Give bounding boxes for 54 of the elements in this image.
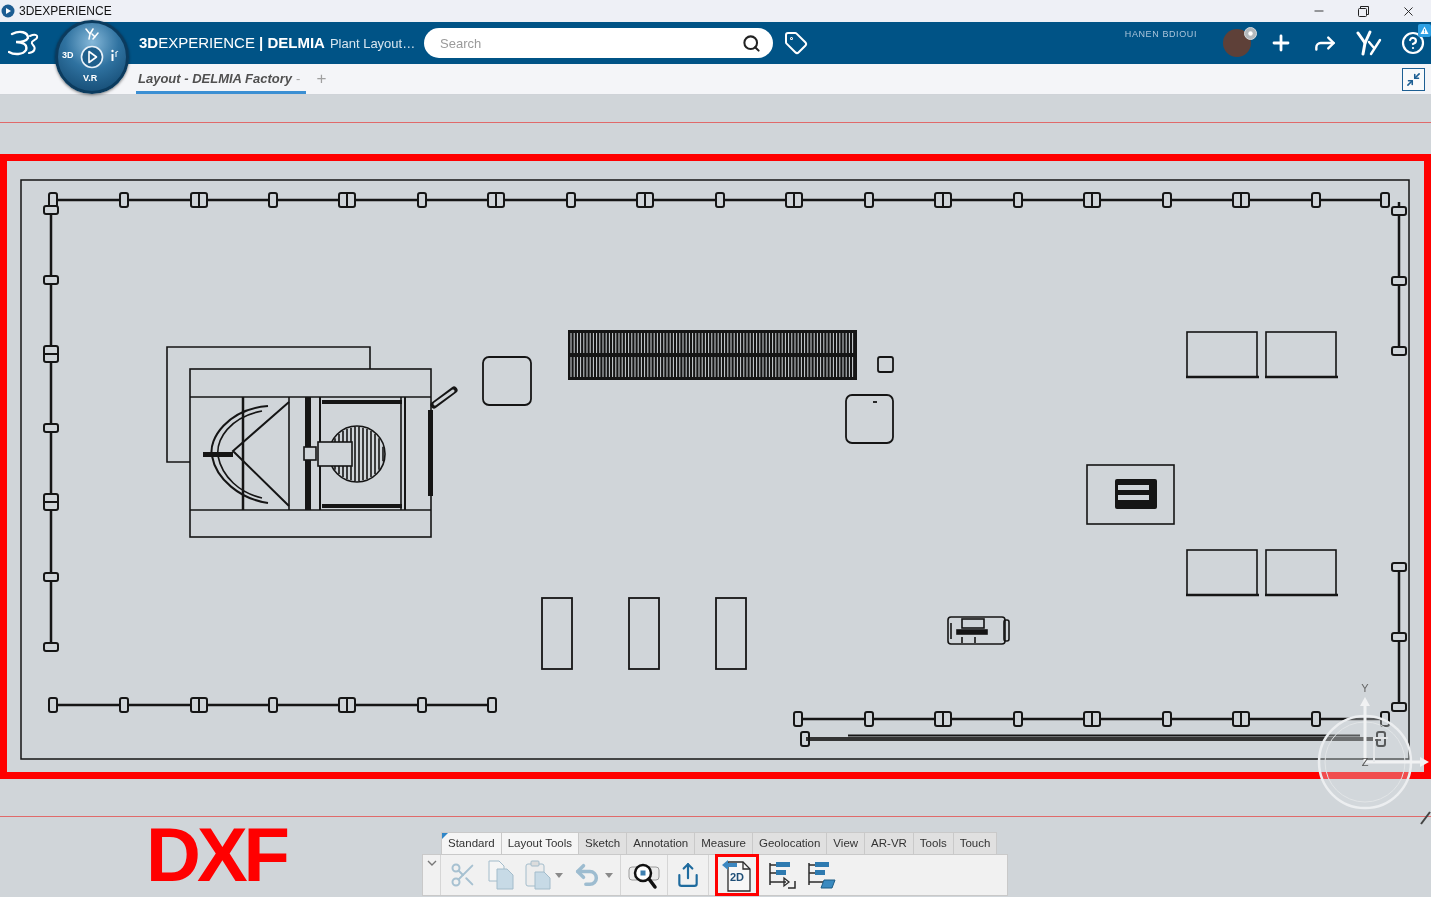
collapse-button[interactable] bbox=[1402, 67, 1425, 91]
info-icon[interactable] bbox=[110, 49, 119, 62]
import-2d-button[interactable]: 2D bbox=[715, 854, 759, 896]
toolbar-tab[interactable]: Standard bbox=[441, 832, 502, 854]
copy-icon bbox=[487, 860, 515, 890]
figure-icon bbox=[1356, 30, 1382, 56]
tag-button[interactable] bbox=[784, 31, 808, 55]
community-button[interactable] bbox=[1356, 30, 1382, 56]
small-square bbox=[877, 356, 894, 373]
restore-icon bbox=[1358, 5, 1369, 17]
logo-icon bbox=[8, 30, 40, 56]
axis-label: Z bbox=[1361, 756, 1369, 768]
rounded-square bbox=[845, 394, 894, 444]
compass-ring[interactable] bbox=[1317, 714, 1413, 810]
toolbar-tab[interactable]: View bbox=[826, 832, 866, 854]
app-title: 3DEXPERIENCE | DELMIA bbox=[139, 32, 325, 53]
grip-icon bbox=[1420, 811, 1431, 825]
help-icon bbox=[1401, 31, 1425, 55]
app-context: Plant Layout… bbox=[329, 34, 416, 53]
document-arrow-icon bbox=[721, 858, 753, 892]
play-icon[interactable] bbox=[80, 45, 104, 69]
hierarchy-sheet-icon bbox=[806, 860, 836, 890]
caret-icon bbox=[605, 872, 613, 878]
compass-button[interactable]: 3D bbox=[62, 51, 74, 60]
toolbar-tab[interactable]: Sketch bbox=[578, 832, 628, 854]
toolbar-tab[interactable]: Touch bbox=[952, 832, 998, 854]
clipboard-icon bbox=[524, 860, 552, 890]
window-title: 3DEXPERIENCE bbox=[19, 3, 112, 20]
toolbar-tab[interactable]: Annotation bbox=[626, 832, 696, 854]
compass-button[interactable]: V.R bbox=[83, 74, 98, 83]
chevron-down-icon bbox=[426, 860, 437, 866]
avatar-placeholder[interactable] bbox=[1223, 29, 1251, 57]
axis-label: Y bbox=[1361, 682, 1369, 694]
caret-icon bbox=[555, 872, 563, 878]
app-icon bbox=[1, 4, 15, 18]
cart-drawing bbox=[947, 616, 1010, 645]
search-icon[interactable] bbox=[742, 34, 761, 53]
toolbar-tab[interactable]: Layout Tools bbox=[500, 832, 580, 854]
toolbar-tab[interactable]: Geolocation bbox=[752, 832, 828, 854]
plane-marker[interactable] bbox=[1373, 737, 1389, 763]
search-field[interactable]: Search bbox=[424, 28, 773, 58]
dxf-label: DXF bbox=[146, 825, 286, 885]
status-icon bbox=[1244, 27, 1257, 40]
toolbar-tab[interactable]: AR-VR bbox=[864, 832, 914, 854]
figure-icon bbox=[85, 28, 99, 40]
user-name: HANEN BDIOUI bbox=[1124, 28, 1197, 41]
upload-icon bbox=[675, 862, 701, 888]
rounded-square bbox=[482, 356, 532, 406]
tag-icon bbox=[784, 31, 808, 55]
collapse-icon bbox=[1406, 71, 1421, 87]
help-button[interactable] bbox=[1401, 31, 1425, 55]
hierarchy-arrow-icon bbox=[767, 860, 797, 890]
toolbar-tab[interactable]: Tools bbox=[912, 832, 954, 854]
toolbar-tab[interactable]: Measure bbox=[694, 832, 753, 854]
